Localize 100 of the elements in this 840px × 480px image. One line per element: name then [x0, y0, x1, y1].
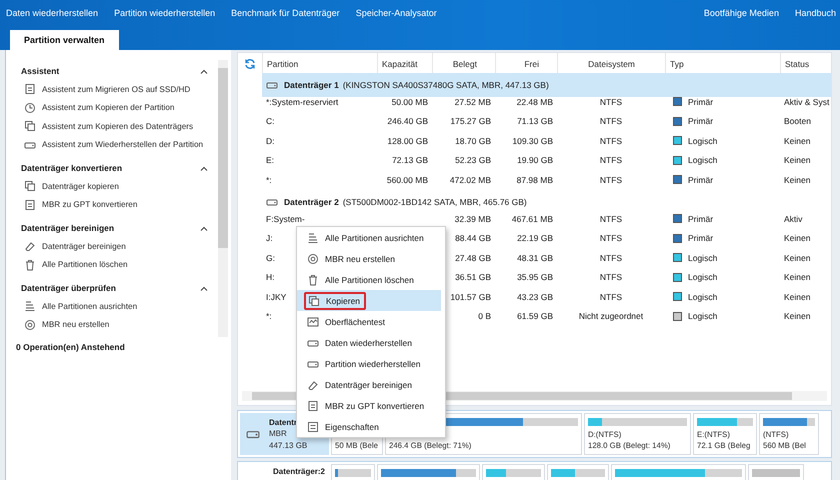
nav-link[interactable]: Daten wiederherstellen: [6, 8, 98, 18]
menu-item[interactable]: Kopieren: [297, 290, 441, 311]
menu-item[interactable]: Daten wiederherstellen: [297, 332, 441, 353]
menu-label: MBR zu GPT konvertieren: [325, 400, 424, 410]
sidebar-item[interactable]: Datenträger bereinigen: [42, 242, 126, 251]
sidebar-item[interactable]: Assistent zum Kopieren des Datenträgers: [42, 122, 194, 131]
sidebar-item[interactable]: Alle Partitionen löschen: [42, 260, 128, 270]
sidebar-item[interactable]: Alle Partitionen ausrichten: [42, 302, 138, 311]
table-cell: 22.48 MB: [516, 96, 553, 107]
table-cell: *:System-reserviert: [266, 96, 338, 107]
table-cell: Primär: [688, 96, 714, 107]
menu-label: Kopieren: [326, 296, 360, 306]
menu-item[interactable]: Datenträger bereinigen: [297, 374, 441, 395]
table-cell: Keinen: [784, 311, 810, 322]
disk-name: Datenträger 2: [284, 196, 339, 206]
menu-label: Partition wiederherstellen: [325, 358, 420, 368]
table-cell: 101.57 GB: [450, 292, 491, 302]
sidebar-item[interactable]: MBR zu GPT konvertieren: [42, 200, 138, 210]
table-cell: 27.48 GB: [455, 252, 491, 263]
table-cell: 87.98 MB: [516, 174, 553, 185]
table-cell: Aktiv & Syst: [784, 96, 830, 107]
table-cell: Nicht zugeordnet: [578, 311, 644, 322]
table-cell: J:: [266, 233, 273, 244]
section-title: Datenträger überprüfen: [21, 283, 116, 293]
table-cell: *:: [266, 174, 272, 185]
table-cell: NTFS: [600, 292, 622, 302]
table-cell: 22.19 GB: [517, 233, 553, 244]
table-cell: C:: [266, 116, 274, 126]
table-cell: I:JKY: [266, 292, 286, 302]
disk-details: (ST500DM002-1BD142 SATA, MBR, 465.76 GB): [342, 196, 527, 206]
table-cell: 18.70 GB: [455, 136, 491, 146]
menu-label: Datenträger bereinigen: [325, 380, 412, 390]
menu-label: Daten wiederherstellen: [325, 338, 412, 348]
table-cell: Logisch: [688, 155, 718, 166]
tab[interactable]: Partition verwalten: [10, 30, 119, 50]
table-cell: Keinen: [784, 272, 810, 282]
disk-row[interactable]: Datenträger 2 (ST500DM002-1BD142 SATA, MBR, 465.76 GB): [262, 190, 831, 214]
sidebar-item[interactable]: Assistent zum Kopieren der Partition: [42, 103, 174, 112]
table-cell: 71.13 GB: [517, 116, 553, 126]
sidebar-item[interactable]: Assistent zum Wiederherstellen der Partition: [42, 140, 204, 150]
sidebar-item[interactable]: Assistent zum Migrieren OS auf SSD/HD: [42, 84, 190, 94]
table-cell: 88.44 GB: [455, 233, 491, 244]
menu-item[interactable]: Partition wiederherstellen: [297, 353, 441, 374]
table-cell: 43.23 GB: [517, 292, 553, 302]
table-cell: Logisch: [688, 272, 718, 282]
menu-item[interactable]: Oberflächentest: [297, 311, 441, 332]
table-cell: 32.39 MB: [454, 214, 491, 224]
disk-row[interactable]: Datenträger 1 (KINGSTON SA400S37480G SATA, MBR, 447.13 GB): [262, 72, 831, 96]
table-cell: 560.00 MB: [386, 174, 428, 185]
disk-size: 447.13 GB: [269, 440, 308, 452]
menu-label: MBR neu erstellen: [325, 254, 395, 264]
table-cell: NTFS: [600, 116, 622, 126]
menu-label: Alle Partitionen ausrichten: [325, 232, 424, 242]
table-cell: F:System-: [266, 214, 305, 224]
menu-item[interactable]: Alle Partitionen löschen: [297, 269, 441, 290]
table-cell: Keinen: [784, 292, 810, 302]
table-cell: Primär: [688, 116, 714, 126]
table-cell: G:: [266, 252, 275, 263]
table-cell: 472.02 MB: [450, 174, 491, 185]
table-cell: NTFS: [600, 272, 622, 282]
disk-info[interactable]: Datenträger:2: [240, 464, 329, 480]
table-cell: H:: [266, 272, 274, 282]
table-cell: NTFS: [600, 174, 622, 185]
table-cell: Keinen: [784, 155, 810, 166]
table-cell: 19.90 GB: [517, 155, 553, 166]
nav-link[interactable]: Handbuch: [794, 8, 836, 18]
table-cell: Primär: [688, 233, 714, 244]
menu-item[interactable]: Alle Partitionen ausrichten: [297, 227, 441, 248]
table-cell: 61.59 GB: [517, 311, 553, 322]
menu-item[interactable]: MBR neu erstellen: [297, 248, 441, 269]
table-cell: Keinen: [784, 252, 810, 263]
sidebar-item[interactable]: Datenträger kopieren: [42, 182, 119, 191]
table-cell: Primär: [688, 174, 714, 185]
table-cell: NTFS: [600, 214, 622, 224]
menu-item[interactable]: MBR zu GPT konvertieren: [297, 395, 441, 416]
table-cell: 467.61 MB: [512, 214, 553, 224]
menu-label: Oberflächentest: [325, 316, 386, 326]
table-cell: NTFS: [600, 233, 622, 244]
section-title: Datenträger konvertieren: [21, 163, 122, 173]
nav-link[interactable]: Partition wiederherstellen: [114, 8, 216, 18]
table-cell: Booten: [784, 116, 811, 126]
table-cell: E:: [266, 155, 274, 166]
table-cell: Keinen: [784, 136, 810, 146]
nav-link[interactable]: Benchmark für Datenträger: [231, 8, 340, 18]
table-cell: 109.30 GB: [512, 136, 553, 146]
table-cell: 246.40 GB: [387, 116, 428, 126]
table-cell: NTFS: [600, 136, 622, 146]
nav-link[interactable]: Speicher-Analysator: [356, 8, 437, 18]
table-cell: 27.52 MB: [454, 96, 491, 107]
table-cell: 36.51 GB: [455, 272, 491, 282]
table-cell: 128.00 GB: [387, 136, 428, 146]
disk-type: MBR: [269, 428, 288, 440]
table-cell: NTFS: [600, 155, 622, 166]
section-title: Assistent: [21, 66, 60, 76]
nav-link[interactable]: Bootfähige Medien: [704, 8, 779, 18]
table-cell: NTFS: [600, 252, 622, 263]
sidebar-item[interactable]: MBR neu erstellen: [42, 320, 110, 330]
table-cell: Keinen: [784, 174, 810, 185]
table-cell: 48.31 GB: [517, 252, 553, 263]
table-cell: 35.95 GB: [517, 272, 553, 282]
